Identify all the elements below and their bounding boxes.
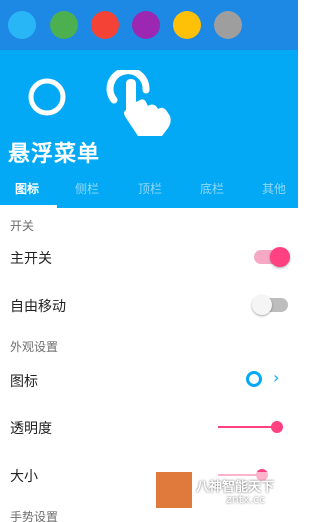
color-swatch-green[interactable]: [50, 11, 78, 39]
tab-topbar[interactable]: 顶栏: [120, 180, 180, 197]
color-swatch-amber[interactable]: [173, 11, 201, 39]
free-move-toggle[interactable]: [252, 295, 288, 315]
touch-icon: [106, 70, 171, 136]
color-swatch-purple[interactable]: [132, 11, 160, 39]
slider-thumb[interactable]: [271, 421, 283, 433]
free-move-label: 自由移动: [10, 299, 66, 315]
color-swatch-light-blue[interactable]: [8, 11, 36, 39]
tab-bar: 图标 侧栏 顶栏 底栏 其他: [0, 176, 298, 208]
watermark-url: zntx.cc: [226, 493, 266, 506]
opacity-slider[interactable]: [218, 421, 283, 433]
chevron-right-icon[interactable]: ›: [273, 368, 279, 387]
color-swatch-grey[interactable]: [214, 11, 242, 39]
section-header-gesture: 手势设置: [10, 510, 59, 522]
tab-bottombar[interactable]: 底栏: [182, 180, 242, 197]
size-label: 大小: [10, 469, 38, 485]
section-header-switch: 开关: [10, 219, 35, 233]
tab-sidebar[interactable]: 侧栏: [57, 180, 117, 197]
tab-icon[interactable]: 图标: [0, 180, 57, 197]
app-header: 悬浮菜单 图标 侧栏 顶栏 底栏 其他: [0, 50, 298, 208]
master-switch-toggle[interactable]: [254, 247, 290, 267]
watermark: 八神智能天下 zntx.cc: [156, 472, 298, 508]
color-swatch-red[interactable]: [91, 11, 119, 39]
switch-knob: [252, 295, 272, 315]
ring-icon: [28, 78, 66, 116]
master-switch-label: 主开关: [10, 251, 52, 267]
opacity-label: 透明度: [10, 421, 52, 437]
tab-other[interactable]: 其他: [244, 180, 304, 197]
color-swatch-bar: [0, 0, 298, 50]
watermark-logo: [156, 472, 192, 508]
switch-knob: [270, 247, 290, 267]
page-title: 悬浮菜单: [8, 142, 101, 167]
icon-row-label: 图标: [10, 374, 38, 390]
tab-indicator: [0, 205, 57, 208]
ring-icon[interactable]: [246, 371, 262, 387]
section-header-appearance: 外观设置: [10, 340, 59, 354]
